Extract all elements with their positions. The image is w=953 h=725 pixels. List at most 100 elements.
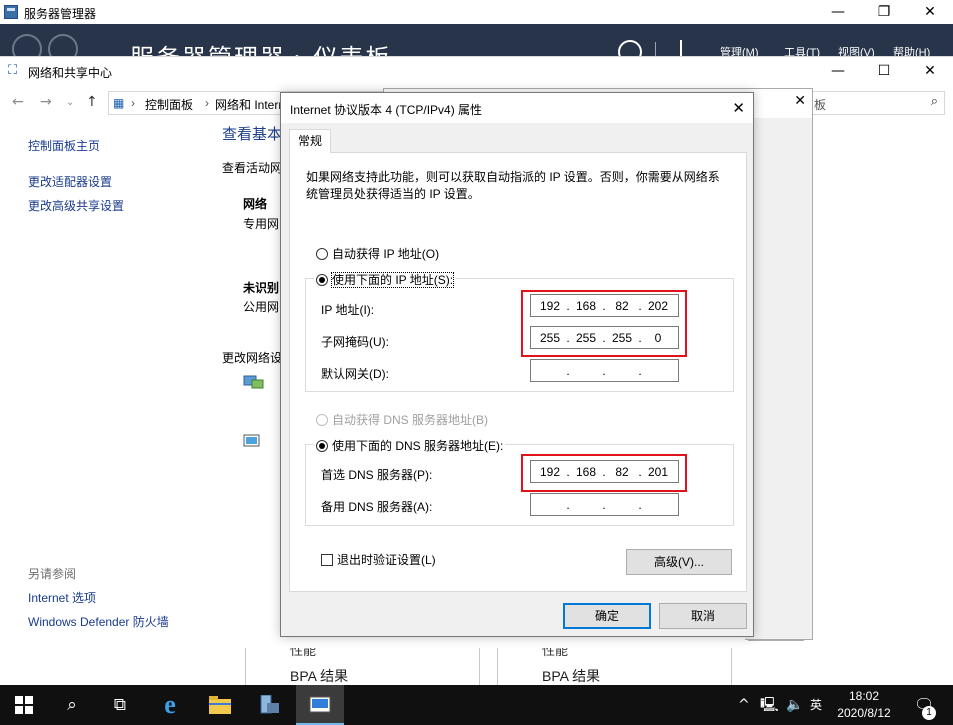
internet-explorer-icon[interactable]: e (146, 685, 194, 725)
notification-badge: 1 (922, 706, 936, 720)
server-manager-icon (4, 5, 18, 19)
auto-dns-label: 自动获得 DNS 服务器地址(B) (332, 413, 489, 427)
network-tray-icon[interactable]: 🖳 (760, 685, 779, 725)
search-icon[interactable]: ⌕ (48, 685, 96, 725)
general-tab-panel: 如果网络支持此功能，则可以获取自动指派的 IP 设置。否则，你需要从网络系统管理… (289, 152, 747, 592)
refresh-icon[interactable] (618, 40, 642, 56)
new-connection-icon[interactable] (243, 373, 265, 391)
network-icon: ⛶ (8, 63, 18, 78)
radio-dot-selected (316, 274, 328, 286)
search-icon[interactable]: ⌕ (931, 94, 938, 109)
ip-dot: . (602, 364, 606, 378)
gateway-field[interactable]: . . . (530, 359, 679, 382)
adapter-body (745, 118, 813, 640)
defender-firewall-link[interactable]: Windows Defender 防火墙 (28, 613, 169, 630)
server-manager-taskbar-icon[interactable] (246, 685, 294, 725)
server-manager-title: 服务器管理器 (24, 7, 97, 21)
menu-tools[interactable]: 工具(T) (784, 44, 820, 56)
task-view-icon[interactable]: ⧉ (96, 685, 144, 725)
page-heading: 查看基本 (222, 126, 283, 143)
auto-ip-radio[interactable]: 自动获得 IP 地址(O) (316, 245, 439, 262)
bpa-results-link[interactable]: BPA 结果 (542, 666, 600, 686)
dialog-close-icon[interactable]: ✕ (732, 99, 745, 117)
alternate-dns-label: 备用 DNS 服务器(A): (321, 500, 433, 514)
validate-label: 退出时验证设置(L) (337, 553, 436, 567)
tab-general[interactable]: 常规 (289, 129, 331, 153)
dialog-titlebar: Internet 协议版本 4 (TCP/IPv4) 属性 ✕ (281, 93, 753, 123)
auto-ip-label: 自动获得 IP 地址(O) (332, 247, 440, 261)
auto-dns-radio[interactable]: 自动获得 DNS 服务器地址(B) (316, 411, 488, 428)
bpa-results-link[interactable]: BPA 结果 (290, 666, 348, 686)
validate-checkbox[interactable]: 退出时验证设置(L) (321, 551, 436, 568)
network-type: 公用网 (243, 300, 280, 314)
adapter-close-icon[interactable]: ✕ (794, 93, 806, 109)
menu-manage[interactable]: 管理(M) (720, 44, 759, 56)
clock-date: 2020/8/12 (837, 706, 891, 720)
minimize-button[interactable]: — (815, 0, 861, 24)
ok-button[interactable]: 确定 (563, 603, 651, 629)
checkbox-box (321, 554, 333, 566)
alternate-dns-field[interactable]: . . . (530, 493, 679, 516)
troubleshoot-icon[interactable] (243, 433, 265, 451)
nsc-minimize-button[interactable]: — (815, 59, 861, 83)
ipv4-properties-dialog: Internet 协议版本 4 (TCP/IPv4) 属性 ✕ 常规 如果网络支… (280, 92, 754, 637)
manual-ip-radio[interactable]: 使用下面的 IP 地址(S): (314, 271, 456, 288)
radio-dot (316, 414, 328, 426)
ime-indicator[interactable]: 英 (810, 685, 822, 725)
back-arrow-icon[interactable]: ← (12, 94, 24, 110)
back-circle-icon[interactable] (12, 34, 42, 56)
intro-text: 如果网络支持此功能，则可以获取自动指派的 IP 设置。否则，你需要从网络系统管理… (306, 170, 720, 201)
menu-view[interactable]: 视图(V) (838, 44, 875, 56)
menu-help[interactable]: 帮助(H) (893, 44, 930, 56)
breadcrumb-chevron-icon[interactable]: › (131, 96, 135, 110)
volume-icon[interactable]: 🔈 (786, 685, 803, 725)
dialog-title: Internet 协议版本 4 (TCP/IPv4) 属性 (290, 103, 483, 117)
advanced-button[interactable]: 高级(V)... (626, 549, 732, 575)
change-network-settings-label: 更改网络设 (222, 351, 283, 365)
active-networks-label: 查看活动网 (222, 161, 283, 175)
search-input[interactable]: 板 (814, 96, 826, 113)
show-hidden-icons-icon[interactable]: ^ (738, 685, 750, 725)
breadcrumb-chevron-icon[interactable]: › (205, 96, 209, 110)
restore-button[interactable]: ❐ (861, 0, 907, 24)
taskbar: ⌕ ⧉ e ^ 🖳 🔈 英 18:02 2020/8/12 🗨 1 (0, 685, 953, 725)
file-explorer-icon[interactable] (196, 685, 244, 725)
clock[interactable]: 18:02 2020/8/12 (826, 688, 902, 722)
breadcrumb-control-panel[interactable]: 控制面板 (145, 96, 193, 113)
preferred-dns-label: 首选 DNS 服务器(P): (321, 468, 433, 482)
internet-options-link[interactable]: Internet 选项 (28, 589, 96, 606)
recent-chevron-icon[interactable]: ⌄ (66, 97, 74, 108)
radio-dot (316, 248, 328, 260)
manual-dns-label: 使用下面的 DNS 服务器地址(E): (332, 439, 504, 453)
subnet-mask-label: 子网掩码(U): (321, 335, 389, 349)
radio-dot-selected (316, 440, 328, 452)
change-advanced-sharing-link[interactable]: 更改高级共享设置 (28, 197, 124, 214)
network-center-taskbar-icon[interactable] (296, 685, 344, 725)
control-panel-home-link[interactable]: 控制面板主页 (28, 137, 100, 154)
see-also-label: 另请参阅 (28, 567, 77, 581)
forward-circle-icon[interactable] (48, 34, 78, 56)
server-manager-titlebar: 服务器管理器 — ❐ ✕ (0, 0, 953, 24)
nsc-close-button[interactable]: ✕ (907, 59, 953, 83)
header-title: 服务器管理器 › 仪表板 (130, 38, 391, 56)
gateway-label: 默认网关(D): (321, 367, 389, 381)
ip-dot: . (566, 364, 570, 378)
cancel-button[interactable]: 取消 (659, 603, 747, 629)
up-arrow-icon[interactable]: ↑ (86, 94, 98, 110)
change-adapter-settings-link[interactable]: 更改适配器设置 (28, 173, 112, 190)
ip-dot: . (638, 364, 642, 378)
network-name: 未识别 (243, 281, 280, 295)
nsc-titlebar: ⛶ 网络和共享中心 — ☐ ✕ (0, 57, 953, 85)
control-panel-icon: ▦ (113, 96, 125, 110)
flag-icon[interactable] (680, 40, 682, 56)
ip-highlight-box (521, 290, 687, 357)
ip-address-label: IP 地址(I): (321, 303, 375, 317)
close-button[interactable]: ✕ (907, 0, 953, 24)
nsc-maximize-button[interactable]: ☐ (861, 59, 907, 83)
network-type: 专用网 (243, 217, 280, 231)
start-icon[interactable] (0, 685, 48, 725)
network-name: 网络 (243, 197, 268, 211)
manual-dns-radio[interactable]: 使用下面的 DNS 服务器地址(E): (314, 437, 506, 454)
forward-arrow-icon[interactable]: → (40, 94, 52, 110)
clock-time: 18:02 (848, 689, 880, 703)
